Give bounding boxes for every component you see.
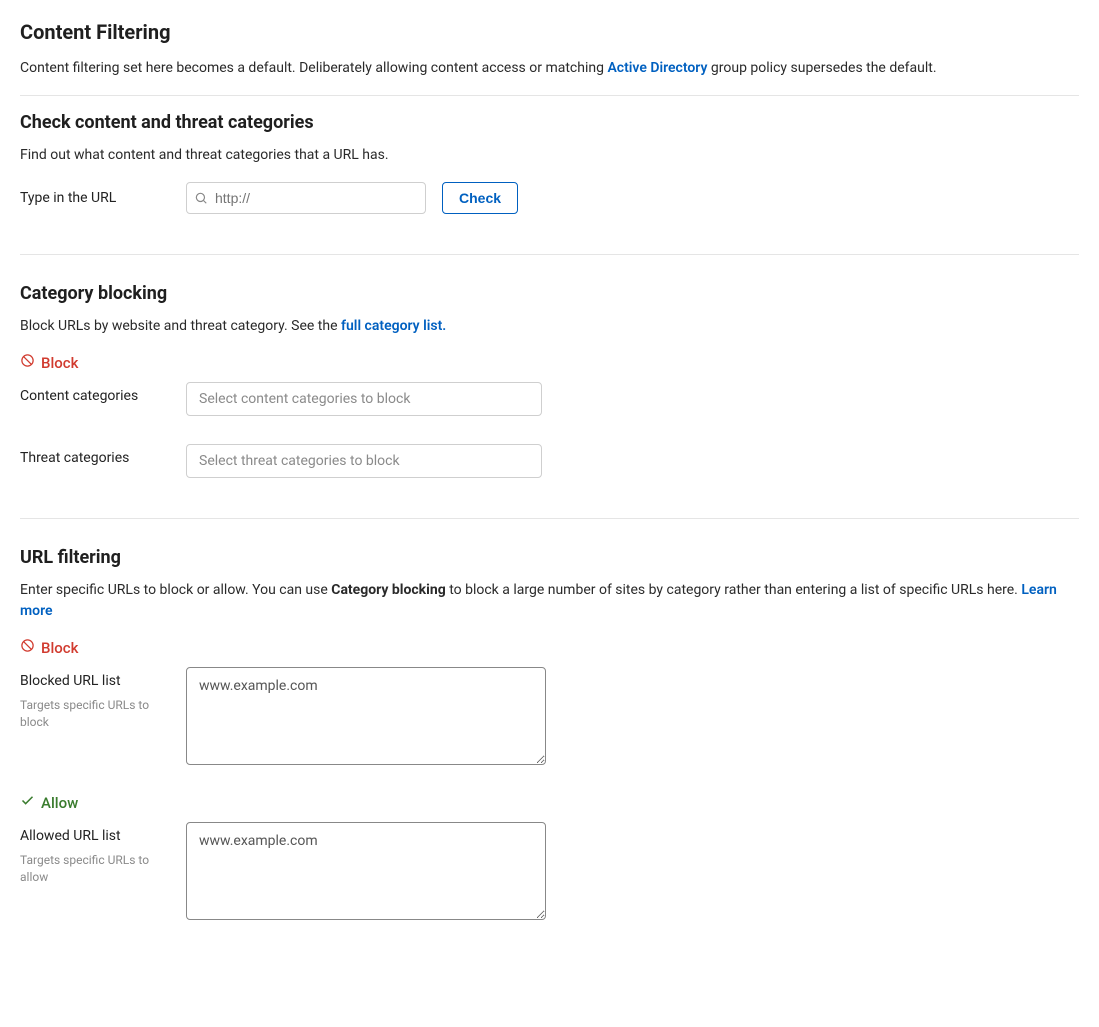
check-button[interactable]: Check bbox=[442, 182, 518, 214]
allowed-url-hint: Targets specific URLs to allow bbox=[20, 852, 170, 886]
url-filtering-title: URL filtering bbox=[20, 547, 1079, 568]
threat-categories-label: Threat categories bbox=[20, 444, 170, 466]
url-filtering-desc-post: to block a large number of sites by cate… bbox=[449, 582, 1021, 598]
content-categories-select[interactable]: Select content categories to block bbox=[186, 382, 542, 416]
url-allow-badge-label: Allow bbox=[41, 794, 78, 812]
url-block-badge-label: Block bbox=[41, 639, 78, 657]
block-icon bbox=[20, 638, 35, 657]
check-description: Find out what content and threat categor… bbox=[20, 145, 1079, 166]
category-blocking-title: Category blocking bbox=[20, 283, 1079, 304]
url-filtering-desc-pre: Enter specific URLs to block or allow. Y… bbox=[20, 582, 331, 598]
category-blocking-description: Block URLs by website and threat categor… bbox=[20, 316, 1079, 337]
allowed-url-label: Allowed URL list bbox=[20, 828, 170, 844]
url-allow-badge: Allow bbox=[20, 793, 1079, 812]
url-input[interactable] bbox=[186, 182, 426, 214]
full-category-list-link[interactable]: full category list. bbox=[341, 318, 446, 334]
check-section-title: Check content and threat categories bbox=[20, 112, 1079, 133]
allowed-url-textarea[interactable] bbox=[186, 822, 546, 920]
url-input-label: Type in the URL bbox=[20, 190, 170, 206]
block-badge: Block bbox=[20, 353, 1079, 372]
url-filtering-desc-bold: Category blocking bbox=[331, 582, 445, 598]
blocked-url-label: Blocked URL list bbox=[20, 673, 170, 689]
threat-categories-select[interactable]: Select threat categories to block bbox=[186, 444, 542, 478]
page-description-pre: Content filtering set here becomes a def… bbox=[20, 60, 607, 76]
active-directory-link[interactable]: Active Directory bbox=[607, 60, 707, 76]
url-filtering-description: Enter specific URLs to block or allow. Y… bbox=[20, 580, 1079, 622]
block-icon bbox=[20, 353, 35, 372]
block-badge-label: Block bbox=[41, 354, 78, 372]
page-title: Content Filtering bbox=[20, 20, 1079, 44]
check-icon bbox=[20, 793, 35, 812]
url-block-badge: Block bbox=[20, 638, 1079, 657]
page-description: Content filtering set here becomes a def… bbox=[20, 58, 1079, 79]
page-description-post: group policy supersedes the default. bbox=[711, 60, 937, 76]
content-categories-label: Content categories bbox=[20, 382, 170, 404]
blocked-url-hint: Targets specific URLs to block bbox=[20, 697, 170, 731]
blocked-url-textarea[interactable] bbox=[186, 667, 546, 765]
category-blocking-desc-pre: Block URLs by website and threat categor… bbox=[20, 318, 338, 334]
